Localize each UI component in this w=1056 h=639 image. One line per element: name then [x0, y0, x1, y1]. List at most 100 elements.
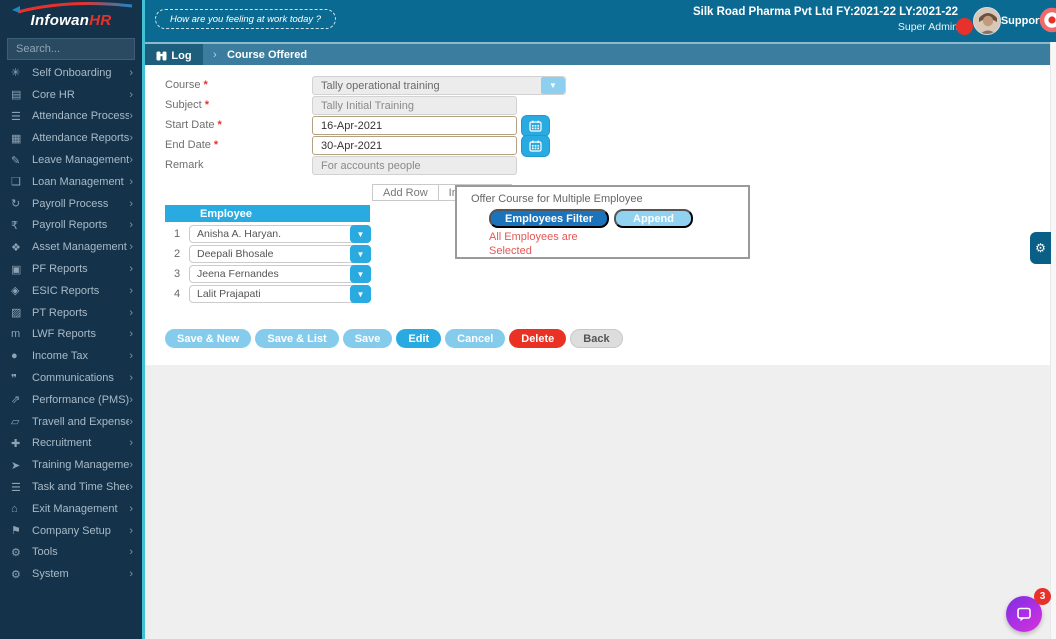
sidebar-item-label: PT Reports — [32, 306, 88, 319]
sidebar-item-pt-reports[interactable]: ▨ PT Reports › — [0, 302, 142, 324]
training-management-icon: ➤ — [11, 459, 21, 472]
sidebar-item-task-and-time-sheet[interactable]: ☰ Task and Time Sheet › — [0, 476, 142, 498]
back-button[interactable]: Back — [570, 329, 623, 348]
sidebar-item-asset-management[interactable]: ❖ Asset Management › — [0, 236, 142, 258]
sidebar-item-label: Tools — [32, 546, 58, 559]
support-label[interactable]: Support — [1001, 15, 1043, 27]
sidebar-item-label: Leave Management — [32, 154, 130, 167]
sidebar-item-label: PF Reports — [32, 263, 88, 276]
mood-check-button[interactable]: How are you feeling at work today ? — [155, 9, 337, 29]
sidebar-item-company-setup[interactable]: ⚑ Company Setup › — [0, 520, 142, 542]
append-button[interactable]: Append — [614, 209, 693, 228]
start-date-field[interactable] — [312, 116, 517, 135]
sidebar-item-tools[interactable]: ⚙ Tools › — [0, 542, 142, 564]
chevron-down-icon: ▼ — [541, 77, 565, 94]
sidebar-item-attendance-process[interactable]: ☰ Attendance Process › — [0, 106, 142, 128]
sidebar-search-input[interactable] — [7, 38, 135, 60]
company-setup-icon: ⚑ — [11, 525, 21, 538]
notification-dot[interactable] — [956, 18, 973, 35]
user-role: Super Admin — [897, 21, 958, 33]
support-power-icon[interactable] — [1039, 7, 1056, 33]
delete-button[interactable]: Delete — [509, 329, 567, 348]
course-label: Course — [165, 79, 201, 91]
chevron-down-icon: ▼ — [350, 285, 371, 303]
add-row-button[interactable]: Add Row — [372, 184, 439, 201]
employee-select-3[interactable]: Jeena Fernandes ▼ — [189, 265, 371, 283]
sidebar-item-esic-reports[interactable]: ◈ ESIC Reports › — [0, 280, 142, 302]
employee-select-1[interactable]: Anisha A. Haryan. ▼ — [189, 225, 371, 243]
task-and-time-sheet-icon: ☰ — [11, 481, 21, 494]
form-row-end-date: End Date * — [145, 135, 1051, 157]
sidebar-item-income-tax[interactable]: ● Income Tax › — [0, 345, 142, 367]
chevron-right-icon: › — [129, 132, 133, 145]
sidebar-item-leave-management[interactable]: ✎ Leave Management › — [0, 149, 142, 171]
gear-icon: ⚙ — [1035, 241, 1046, 255]
chevron-right-icon: › — [129, 241, 133, 254]
chevron-right-icon: › — [129, 306, 133, 319]
employee-name: Jeena Fernandes — [197, 268, 279, 280]
sidebar-item-core-hr[interactable]: ▤ Core HR › — [0, 84, 142, 106]
sidebar-item-label: Recruitment — [32, 437, 92, 450]
employee-select-2[interactable]: Deepali Bhosale ▼ — [189, 245, 371, 263]
sidebar-item-exit-management[interactable]: ⌂ Exit Management › — [0, 498, 142, 520]
save-new-button[interactable]: Save & New — [165, 329, 252, 348]
system-icon: ⚙ — [11, 568, 21, 581]
breadcrumb-log-tab[interactable]: Log — [145, 44, 203, 67]
sidebar-item-pf-reports[interactable]: ▣ PF Reports › — [0, 258, 142, 280]
sidebar-item-label: Payroll Reports — [32, 219, 108, 232]
employee-select-4[interactable]: Lalit Prajapati ▼ — [189, 285, 371, 303]
sidebar: InfowanHR ✳ Self Onboarding › ▤ Core HR › ☰ Att… — [0, 0, 145, 639]
avatar-image — [974, 8, 1000, 34]
sidebar-item-recruitment[interactable]: ✚ Recruitment › — [0, 433, 142, 455]
required-marker: * — [204, 99, 209, 111]
sidebar-item-label: Training Management — [32, 459, 130, 472]
sidebar-item-system[interactable]: ⚙ System › — [0, 563, 142, 585]
recruitment-icon: ✚ — [11, 437, 21, 450]
sidebar-item-loan-management[interactable]: ❑ Loan Management › — [0, 171, 142, 193]
sidebar-item-attendance-reports[interactable]: ▦ Attendance Reports › — [0, 127, 142, 149]
chevron-right-icon: › — [129, 481, 133, 494]
save-list-button[interactable]: Save & List — [255, 329, 339, 348]
sidebar-item-lwf-reports[interactable]: m LWF Reports › — [0, 324, 142, 346]
employees-filter-button[interactable]: Employees Filter — [489, 209, 610, 228]
company-info: Silk Road Pharma Pvt Ltd FY:2021-22 LY:2… — [693, 6, 958, 33]
save-button[interactable]: Save — [342, 329, 393, 348]
logo-text-left: Infowan — [30, 12, 90, 29]
chevron-right-icon: › — [129, 546, 133, 559]
chat-bubble-icon — [1017, 607, 1031, 622]
sidebar-item-communications[interactable]: ❞ Communications › — [0, 367, 142, 389]
sidebar-item-self-onboarding[interactable]: ✳ Self Onboarding › — [0, 62, 142, 84]
remark-field — [312, 156, 517, 175]
performance-pms-icon: ⇗ — [11, 394, 21, 407]
edit-button[interactable]: Edit — [396, 329, 442, 348]
end-date-field[interactable] — [312, 136, 517, 155]
breadcrumb-separator: › — [213, 49, 217, 61]
sidebar-item-performance-pms[interactable]: ⇗ Performance (PMS) › — [0, 389, 142, 411]
row-number: 3 — [173, 268, 181, 280]
cancel-button[interactable]: Cancel — [445, 329, 506, 348]
sidebar-item-label: Core HR — [32, 88, 75, 101]
sidebar-item-payroll-reports[interactable]: ₹ Payroll Reports › — [0, 215, 142, 237]
row-number: 2 — [173, 248, 181, 260]
sidebar-item-payroll-process[interactable]: ↻ Payroll Process › — [0, 193, 142, 215]
chevron-right-icon: › — [129, 393, 133, 406]
row-number: 1 — [173, 228, 181, 240]
app-logo[interactable]: InfowanHR — [0, 0, 142, 32]
course-select[interactable]: Tally operational training ▼ — [312, 76, 566, 95]
self-onboarding-icon: ✳ — [11, 67, 21, 80]
end-date-calendar-button[interactable] — [521, 135, 550, 157]
chevron-right-icon: › — [129, 263, 133, 276]
sidebar-item-label: Asset Management — [32, 241, 127, 254]
sidebar-item-label: Attendance Process — [32, 110, 130, 123]
sidebar-item-travell-and-expense[interactable]: ▱ Travell and Expense › — [0, 411, 142, 433]
logo-text-right: HR — [89, 12, 112, 29]
scrollbar[interactable] — [1050, 42, 1056, 639]
settings-flyout-tab[interactable]: ⚙ — [1030, 232, 1051, 264]
chevron-right-icon: › — [129, 154, 133, 167]
user-avatar[interactable] — [973, 7, 1001, 35]
sidebar-item-training-management[interactable]: ➤ Training Management › — [0, 454, 142, 476]
app-window: How are you feeling at work today ? Silk… — [0, 0, 1056, 639]
start-date-calendar-button[interactable] — [521, 115, 550, 137]
logo-swoosh — [12, 2, 133, 14]
employee-column-header: Employee — [200, 207, 252, 220]
